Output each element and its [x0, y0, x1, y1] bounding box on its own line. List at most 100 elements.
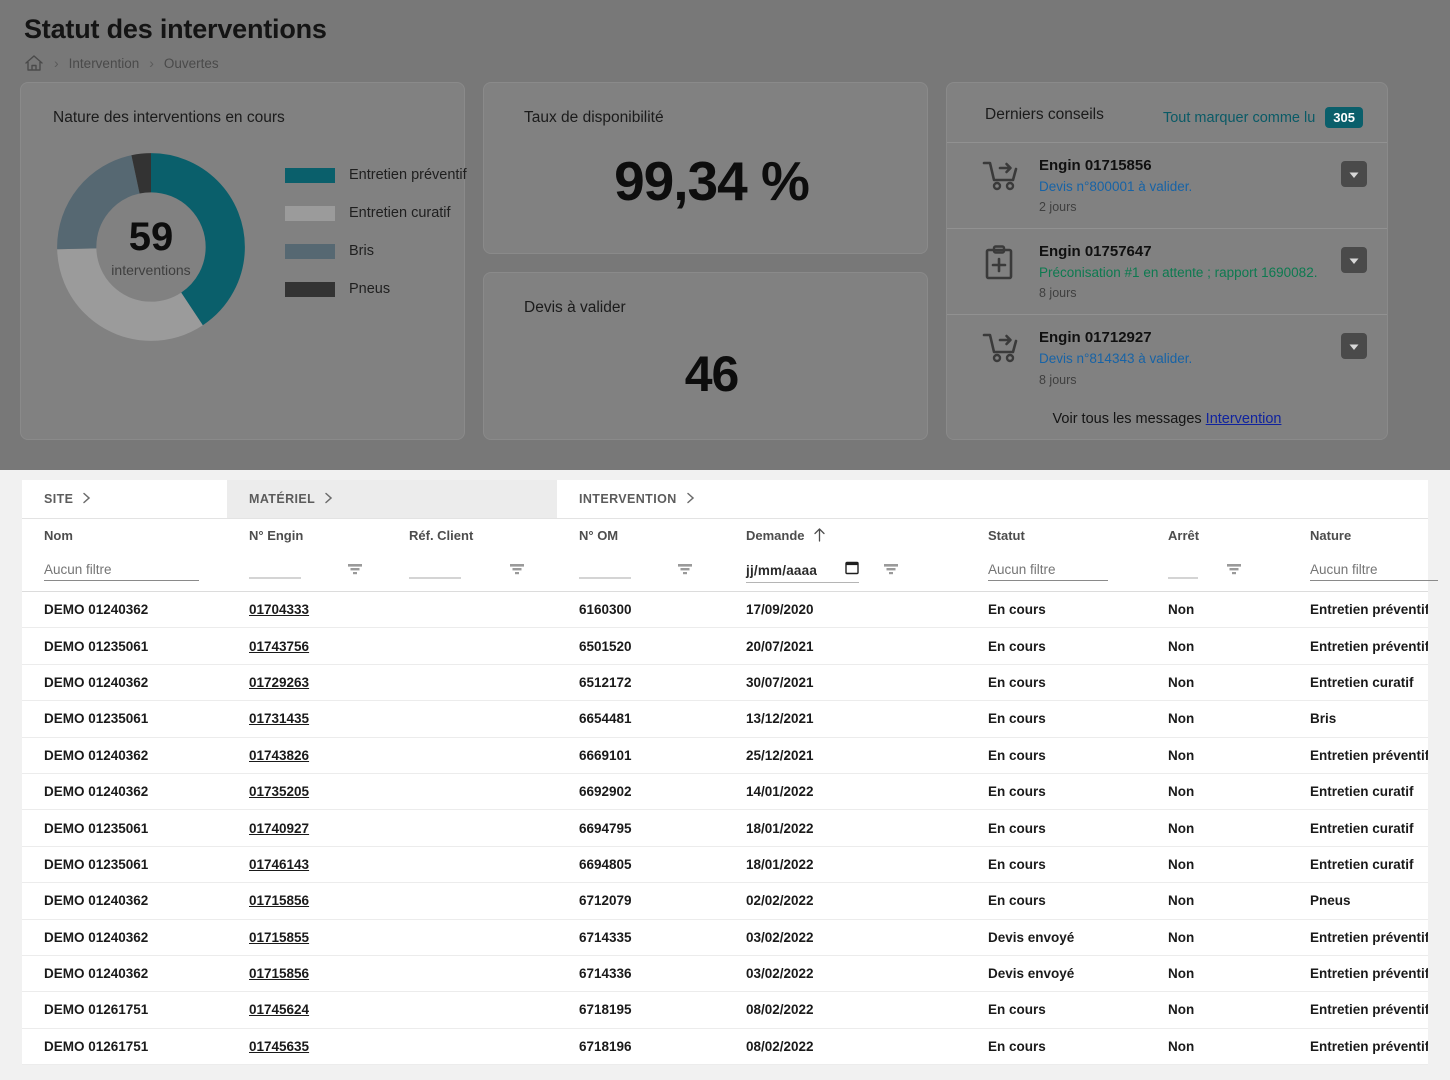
- filter-input-date[interactable]: jj/mm/aaaa: [746, 560, 860, 583]
- cell-engin[interactable]: 01745635: [227, 1039, 387, 1054]
- cart-arrow-icon: [981, 157, 1023, 196]
- cell-engin[interactable]: 01715856: [227, 966, 387, 981]
- cell-demande: 08/02/2022: [746, 1038, 814, 1054]
- legend-item[interactable]: Bris: [285, 243, 467, 259]
- column-header-arret[interactable]: Arrêt: [1146, 528, 1288, 543]
- kpi-cards-row: Nature des interventions en cours 59 int…: [0, 72, 1450, 440]
- table-row[interactable]: DEMO 01235061 01746143 6694805 18/01/2022 En…: [22, 847, 1428, 884]
- cell-engin[interactable]: 01740927: [227, 821, 387, 836]
- cell-arret: Non: [1168, 674, 1195, 690]
- column-header-engin[interactable]: N° Engin: [227, 528, 387, 543]
- mark-all-read-button[interactable]: Tout marquer comme lu: [1163, 110, 1315, 126]
- filter-input-arret[interactable]: [1168, 565, 1198, 579]
- cell-om: 6654481: [579, 711, 632, 727]
- filter-cell-nature: [1288, 562, 1438, 581]
- legend-item[interactable]: Entretien curatif: [285, 205, 467, 221]
- cell-engin[interactable]: 01746143: [227, 857, 387, 872]
- table-row[interactable]: DEMO 01235061 01743756 6501520 20/07/2021 En…: [22, 628, 1428, 665]
- filter-input-engin[interactable]: [249, 565, 301, 579]
- column-header-nature[interactable]: Nature: [1288, 528, 1428, 543]
- availability-value: 99,34 %: [614, 150, 810, 212]
- breadcrumb-item-intervention[interactable]: Intervention: [69, 56, 140, 71]
- table-row[interactable]: DEMO 01240362 01729263 6512172 30/07/2021 En…: [22, 665, 1428, 702]
- home-icon[interactable]: [24, 54, 44, 72]
- cell-engin[interactable]: 01745624: [227, 1002, 387, 1017]
- table-row[interactable]: DEMO 01240362 01735205 6692902 14/01/2022 En…: [22, 774, 1428, 811]
- cell-engin[interactable]: 01715855: [227, 930, 387, 945]
- filter-input-statut[interactable]: [988, 562, 1108, 581]
- cell-engin[interactable]: 01743826: [227, 748, 387, 763]
- filter-icon-engin[interactable]: [345, 561, 365, 582]
- cell-engin[interactable]: 01715856: [227, 893, 387, 908]
- group-tab-matriel[interactable]: MATÉRIEL: [227, 480, 557, 518]
- column-header-nom[interactable]: Nom: [22, 528, 227, 543]
- table-row[interactable]: DEMO 01240362 01704333 6160300 17/09/2020 En…: [22, 592, 1428, 629]
- table-filter-row: jj/mm/aaaa: [22, 552, 1438, 592]
- filter-input-ref[interactable]: [409, 565, 461, 579]
- chevron-right-icon: [82, 492, 91, 507]
- cell-arret: Non: [1168, 820, 1195, 836]
- notification-engine: Engin 01757647: [1039, 243, 1152, 261]
- chevron-down-icon[interactable]: [1341, 247, 1367, 274]
- cell-om: 6692902: [579, 784, 632, 800]
- cell-demande: 25/12/2021: [746, 747, 814, 763]
- notification-item[interactable]: Engin 01715856 Devis n°800001 à valider. 2…: [947, 142, 1387, 228]
- cell-om: 6694805: [579, 856, 632, 872]
- chevron-down-icon[interactable]: [1341, 333, 1367, 360]
- chevron-down-icon[interactable]: [1341, 161, 1367, 187]
- filter-cell-om: [557, 561, 724, 582]
- column-header-demande[interactable]: Demande: [724, 527, 966, 545]
- cell-om: 6160300: [579, 602, 632, 618]
- notification-body: Engin 01715856 Devis n°800001 à valider. 2…: [1039, 157, 1325, 214]
- filter-icon-om[interactable]: [675, 561, 695, 582]
- table-row[interactable]: DEMO 01235061 01740927 6694795 18/01/2022 En…: [22, 810, 1428, 847]
- cell-arret: Non: [1168, 711, 1195, 727]
- group-tab-intervention[interactable]: INTERVENTION: [557, 480, 1428, 518]
- chevron-right-icon: [324, 492, 333, 507]
- cell-nature: Bris: [1310, 711, 1337, 727]
- table-row[interactable]: DEMO 01240362 01715856 6714336 03/02/2022 De…: [22, 956, 1428, 993]
- notification-item[interactable]: Engin 01712927 Devis n°814343 à valider. 8…: [947, 314, 1387, 400]
- cell-engin[interactable]: 01729263: [227, 675, 387, 690]
- filter-icon-demande[interactable]: [881, 561, 901, 582]
- table-row[interactable]: DEMO 01261751 01745624 6718195 08/02/2022 En…: [22, 992, 1428, 1029]
- cell-engin[interactable]: 01704333: [227, 602, 387, 617]
- table-row[interactable]: DEMO 01240362 01743826 6669101 25/12/2021 En…: [22, 738, 1428, 774]
- card-title-availability: Taux de disponibilité: [524, 109, 664, 126]
- cell-statut: En cours: [988, 1038, 1046, 1054]
- filter-input-om[interactable]: [579, 565, 631, 579]
- legend-item[interactable]: Entretien préventif: [285, 167, 467, 183]
- cell-nature: Entretien préventif: [1310, 602, 1428, 618]
- filter-input-nature[interactable]: [1310, 562, 1438, 581]
- cell-engin[interactable]: 01731435: [227, 711, 387, 726]
- filter-icon-arret[interactable]: [1224, 561, 1244, 582]
- column-header-om[interactable]: N° OM: [557, 528, 724, 543]
- notification-item[interactable]: Engin 01757647 Préconisation #1 en attent…: [947, 228, 1387, 314]
- table-row[interactable]: DEMO 01240362 01715856 6712079 02/02/2022 En…: [22, 883, 1428, 920]
- notifications-list[interactable]: Engin 01715856 Devis n°800001 à valider. 2…: [947, 142, 1387, 439]
- cell-nom: DEMO 01240362: [44, 929, 149, 945]
- column-header-ref[interactable]: Réf. Client: [387, 528, 557, 543]
- calendar-icon[interactable]: [845, 560, 859, 580]
- cell-statut: En cours: [988, 784, 1046, 800]
- filter-cell-demande: jj/mm/aaaa: [724, 560, 966, 583]
- cell-engin[interactable]: 01743756: [227, 639, 387, 654]
- notification-age: 8 jours: [1039, 286, 1077, 301]
- filter-icon-ref[interactable]: [507, 561, 527, 582]
- table-row[interactable]: DEMO 01235061 01731435 6654481 13/12/2021 En…: [22, 701, 1428, 738]
- group-tab-site[interactable]: SITE: [22, 480, 227, 518]
- filter-input-nom[interactable]: [44, 562, 199, 581]
- column-header-statut[interactable]: Statut: [966, 528, 1146, 543]
- breadcrumb-item-ouvertes[interactable]: Ouvertes: [164, 56, 219, 71]
- cell-engin[interactable]: 01735205: [227, 784, 387, 799]
- table-row[interactable]: DEMO 01240362 01715855 6714335 03/02/2022 De…: [22, 920, 1428, 956]
- cell-nature: Entretien préventif: [1310, 966, 1428, 982]
- cell-om: 6714335: [579, 929, 632, 945]
- table-row[interactable]: DEMO 01261751 01745635 6718196 08/02/2022 En…: [22, 1029, 1428, 1066]
- notifications-footer-link[interactable]: Intervention: [1206, 411, 1282, 427]
- cell-arret: Non: [1168, 1038, 1195, 1054]
- legend-item[interactable]: Pneus: [285, 281, 467, 297]
- cell-nom: DEMO 01240362: [44, 747, 149, 763]
- group-tab-label: INTERVENTION: [579, 492, 677, 506]
- cell-arret: Non: [1168, 784, 1195, 800]
